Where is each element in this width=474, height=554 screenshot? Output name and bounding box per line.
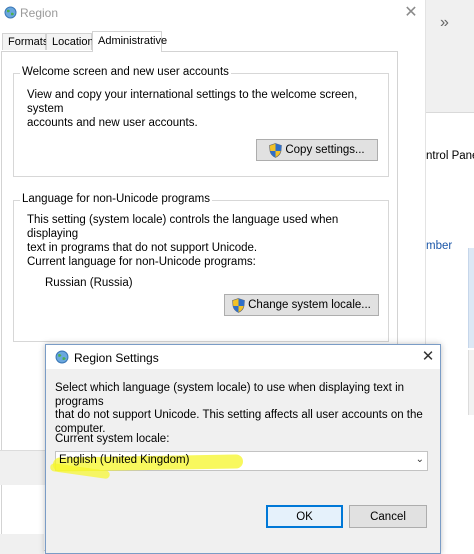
tab-administrative[interactable]: Administrative <box>92 31 167 52</box>
current-language-value: Russian (Russia) <box>45 277 133 289</box>
close-icon[interactable]: ✕ <box>400 2 422 24</box>
welcome-group-title: Welcome screen and new user accounts <box>20 66 231 78</box>
shield-icon <box>232 297 245 313</box>
system-locale-select[interactable]: English (United Kingdom) ⌄ <box>52 451 428 472</box>
non-unicode-description: This setting (system locale) controls th… <box>27 213 388 255</box>
non-unicode-description-line: text in programs that do not support Uni… <box>27 242 258 254</box>
welcome-description: View and copy your international setting… <box>27 88 388 130</box>
dialog-description-line: that do not support Unicode. This settin… <box>55 409 423 421</box>
dialog-titlebar: Region Settings ✕ <box>46 345 440 369</box>
background-link[interactable]: mber <box>426 240 452 252</box>
locale-label: Current system locale: <box>55 433 170 445</box>
welcome-group: Welcome screen and new user accounts Vie… <box>13 66 389 177</box>
double-chevron-icon[interactable]: » <box>440 14 449 32</box>
change-system-locale-label: Change system locale... <box>248 299 371 311</box>
dialog-description: Select which language (system locale) to… <box>55 382 430 436</box>
globe-icon <box>55 350 69 367</box>
tab-location[interactable]: Location <box>46 33 94 50</box>
dialog-description-line: Select which language (system locale) to… <box>55 382 405 408</box>
change-system-locale-button[interactable]: Change system locale... <box>224 294 379 316</box>
dialog-title: Region Settings <box>74 351 159 365</box>
tab-formats[interactable]: Formats <box>2 33 48 50</box>
non-unicode-description-line: This setting (system locale) controls th… <box>27 214 339 240</box>
region-settings-dialog: Region Settings ✕ Select which language … <box>45 344 441 554</box>
welcome-description-line: accounts and new user accounts. <box>27 117 198 129</box>
region-footer-strip <box>0 534 44 554</box>
welcome-description-line: View and copy your international setting… <box>27 89 358 115</box>
background-scroll-strip <box>468 350 474 415</box>
globe-icon <box>4 6 17 22</box>
copy-settings-label: Copy settings... <box>285 144 365 156</box>
background-selection-strip <box>468 248 474 348</box>
divider <box>426 112 474 113</box>
region-window-title: Region <box>20 6 59 20</box>
region-titlebar: Region ✕ <box>0 0 425 28</box>
non-unicode-group: Language for non-Unicode programs This s… <box>13 193 389 342</box>
ok-button[interactable]: OK <box>266 505 343 528</box>
system-locale-value: English (United Kingdom) <box>59 454 190 466</box>
cancel-button[interactable]: Cancel <box>349 505 427 528</box>
shield-icon <box>269 142 283 158</box>
current-language-label: Current language for non-Unicode program… <box>27 256 256 268</box>
close-icon[interactable]: ✕ <box>418 347 438 367</box>
dialog-body: Select which language (system locale) to… <box>46 369 440 553</box>
non-unicode-group-title: Language for non-Unicode programs <box>20 193 212 205</box>
control-panel-text: ntrol Pane <box>426 150 474 162</box>
background-toolbar <box>426 0 474 112</box>
chevron-down-icon[interactable]: ⌄ <box>416 454 424 465</box>
region-button-strip <box>0 450 48 485</box>
copy-settings-button[interactable]: Copy settings... <box>256 139 378 161</box>
